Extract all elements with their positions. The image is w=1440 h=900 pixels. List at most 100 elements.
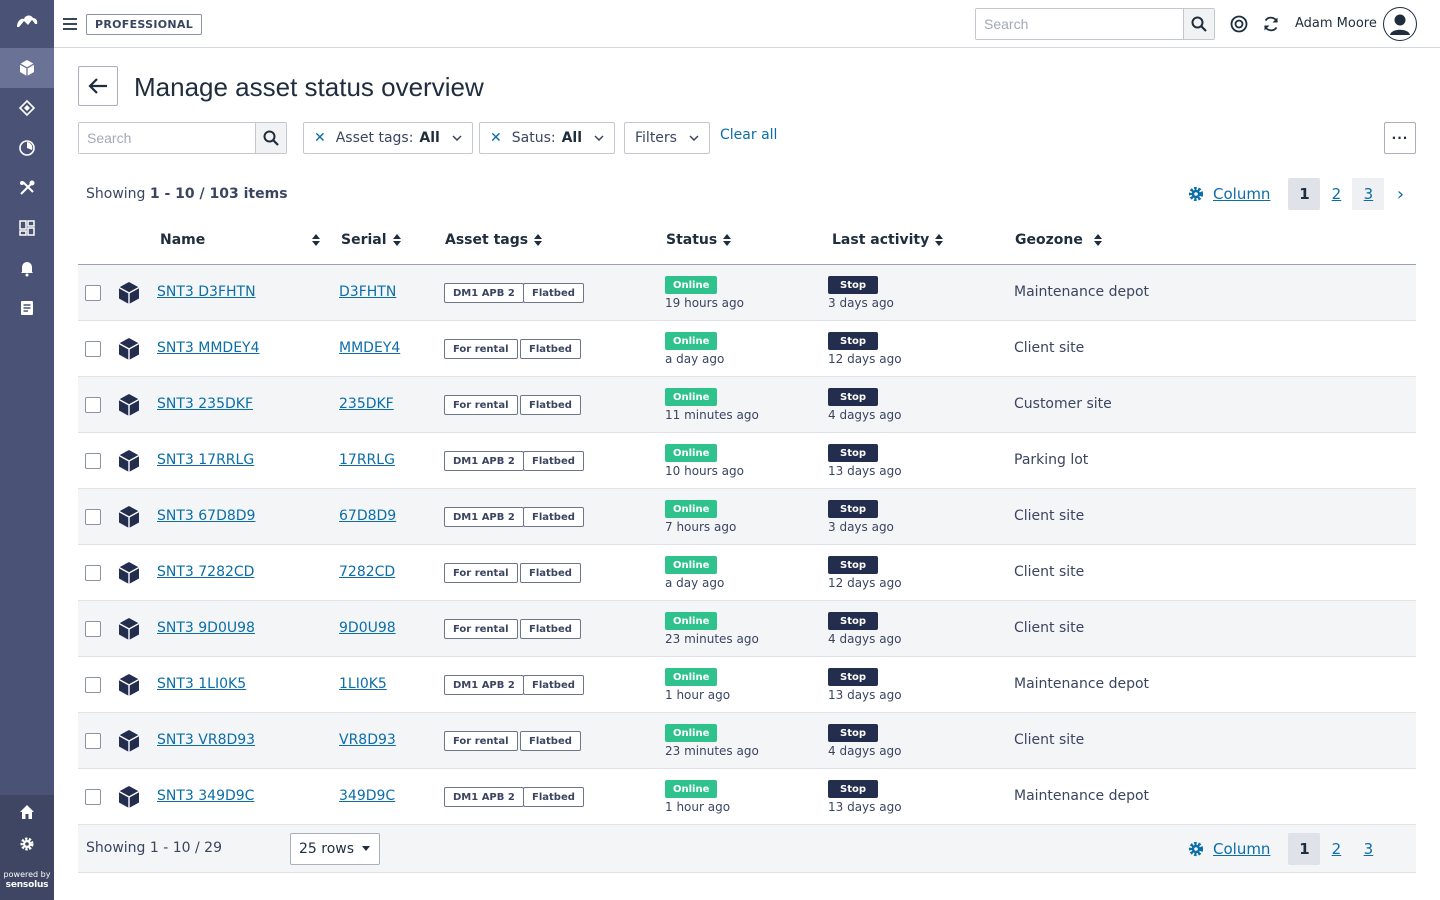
page-1-button[interactable]: 1 [1288, 178, 1321, 210]
column-header-name[interactable]: Name [160, 232, 320, 248]
page-3-button[interactable]: 3 [1352, 178, 1385, 210]
filters-dropdown[interactable]: Filters [624, 122, 710, 154]
report-icon [21, 301, 33, 315]
column-settings-link[interactable]: Column [1187, 840, 1270, 858]
table-header: Name Serial Asset tags Status Last activ… [78, 222, 1416, 265]
asset-name-link[interactable]: SNT3 349D9C [157, 788, 254, 804]
serial-link[interactable]: MMDEY4 [339, 340, 400, 356]
global-search-input[interactable] [976, 9, 1183, 39]
geozone: Maintenance depot [1014, 676, 1150, 692]
sidebar-item-assets[interactable] [0, 48, 54, 88]
serial-link[interactable]: 7282CD [339, 564, 395, 580]
status-time: 23 minutes ago [665, 744, 759, 758]
geozone: Customer site [1014, 396, 1112, 412]
asset-name-link[interactable]: SNT3 1LI0K5 [157, 676, 246, 692]
row-checkbox[interactable] [85, 621, 101, 637]
sidebar-item-gauge[interactable] [0, 128, 54, 168]
page-2-button[interactable]: 2 [1320, 178, 1352, 210]
row-checkbox[interactable] [85, 677, 101, 693]
avatar[interactable] [1383, 7, 1417, 41]
row-checkbox[interactable] [85, 285, 101, 301]
arrow-left-icon [88, 78, 107, 94]
column-header-geozone[interactable]: Geozone [1015, 232, 1102, 248]
asset-name-link[interactable]: SNT3 D3FHTN [157, 284, 256, 300]
status-time: 1 hour ago [665, 688, 731, 702]
asset-cube-icon [118, 282, 140, 304]
help-icon[interactable] [1229, 14, 1249, 34]
asset-search-button[interactable] [255, 123, 286, 153]
asset-tags-filter[interactable]: ✕ Asset tags: All [303, 122, 473, 154]
serial-link[interactable]: 235DKF [339, 396, 394, 412]
column-header-status[interactable]: Status [666, 232, 732, 248]
sidebar-item-reports[interactable] [0, 288, 54, 328]
more-options-button[interactable]: ··· [1384, 122, 1416, 154]
column-header-last-activity[interactable]: Last activity [832, 232, 944, 248]
asset-tag: Flatbed [520, 395, 581, 415]
back-button[interactable] [78, 66, 118, 106]
activity-time: 12 days ago [828, 576, 902, 590]
column-header-serial[interactable]: Serial [341, 232, 401, 248]
column-header-label: Status [666, 232, 718, 248]
next-page-button[interactable]: › [1384, 178, 1416, 210]
sidebar-item-tags[interactable] [0, 88, 54, 128]
asset-name-link[interactable]: SNT3 235DKF [157, 396, 253, 412]
activity-time: 13 days ago [828, 688, 902, 702]
column-settings-link[interactable]: Column [1187, 185, 1270, 203]
table-row: SNT3 17RRLG 17RRLG DM1 APB 2 Flatbed Online 1… [78, 433, 1416, 489]
row-checkbox[interactable] [85, 397, 101, 413]
logo-icon[interactable] [0, 0, 54, 42]
column-header-asset-tags[interactable]: Asset tags [445, 232, 543, 248]
asset-search-input[interactable] [79, 123, 255, 153]
sidebar-item-settings[interactable] [0, 824, 54, 864]
tag-icon [18, 99, 36, 117]
asset-tag: For rental [444, 395, 518, 415]
status-time: a day ago [665, 576, 725, 590]
row-checkbox[interactable] [85, 453, 101, 469]
activity-badge: Stop [828, 724, 879, 742]
sidebar-item-alerts[interactable] [0, 248, 54, 288]
clear-all-link[interactable]: Clear all [720, 127, 777, 143]
asset-tags-label: Asset tags: [335, 130, 414, 146]
row-checkbox[interactable] [85, 565, 101, 581]
serial-link[interactable]: 349D9C [339, 788, 395, 804]
sidebar-item-tools[interactable] [0, 168, 54, 208]
global-search-button[interactable] [1183, 9, 1214, 39]
page-3-button[interactable]: 3 [1352, 833, 1384, 865]
status-filter[interactable]: ✕ Satus: All [479, 122, 616, 154]
powered-by-label: powered by [3, 870, 51, 879]
row-checkbox[interactable] [85, 341, 101, 357]
row-checkbox[interactable] [85, 509, 101, 525]
page-1-button[interactable]: 1 [1288, 833, 1321, 865]
serial-link[interactable]: VR8D93 [339, 732, 396, 748]
activity-badge: Stop [828, 388, 879, 406]
rows-per-page-select[interactable]: 25 rows [290, 833, 380, 865]
hamburger-menu-icon[interactable] [62, 15, 78, 33]
page-2-button[interactable]: 2 [1320, 833, 1352, 865]
gear-icon [20, 837, 34, 851]
user-name[interactable]: Adam Moore [1295, 16, 1377, 31]
brand-name: sensolus [5, 880, 49, 890]
close-icon[interactable]: ✕ [314, 130, 326, 146]
asset-name-link[interactable]: SNT3 9D0U98 [157, 620, 255, 636]
asset-name-link[interactable]: SNT3 MMDEY4 [157, 340, 260, 356]
refresh-icon[interactable] [1261, 14, 1281, 34]
geozone: Client site [1014, 564, 1085, 580]
asset-name-link[interactable]: SNT3 7282CD [157, 564, 254, 580]
serial-link[interactable]: 67D8D9 [339, 508, 396, 524]
sidebar-item-dashboard[interactable] [0, 208, 54, 248]
asset-name-link[interactable]: SNT3 67D8D9 [157, 508, 255, 524]
serial-link[interactable]: 1LI0K5 [339, 676, 387, 692]
top-bar: PROFESSIONAL Adam Moore [54, 0, 1440, 48]
serial-link[interactable]: 9D0U98 [339, 620, 396, 636]
status-badge: Online [665, 724, 718, 742]
row-checkbox[interactable] [85, 789, 101, 805]
serial-link[interactable]: D3FHTN [339, 284, 396, 300]
close-icon[interactable]: ✕ [490, 130, 502, 146]
asset-cube-icon [118, 506, 140, 528]
serial-link[interactable]: 17RRLG [339, 452, 395, 468]
activity-badge: Stop [828, 780, 879, 798]
asset-name-link[interactable]: SNT3 VR8D93 [157, 732, 255, 748]
asset-tag: Flatbed [520, 563, 581, 583]
row-checkbox[interactable] [85, 733, 101, 749]
asset-name-link[interactable]: SNT3 17RRLG [157, 452, 254, 468]
